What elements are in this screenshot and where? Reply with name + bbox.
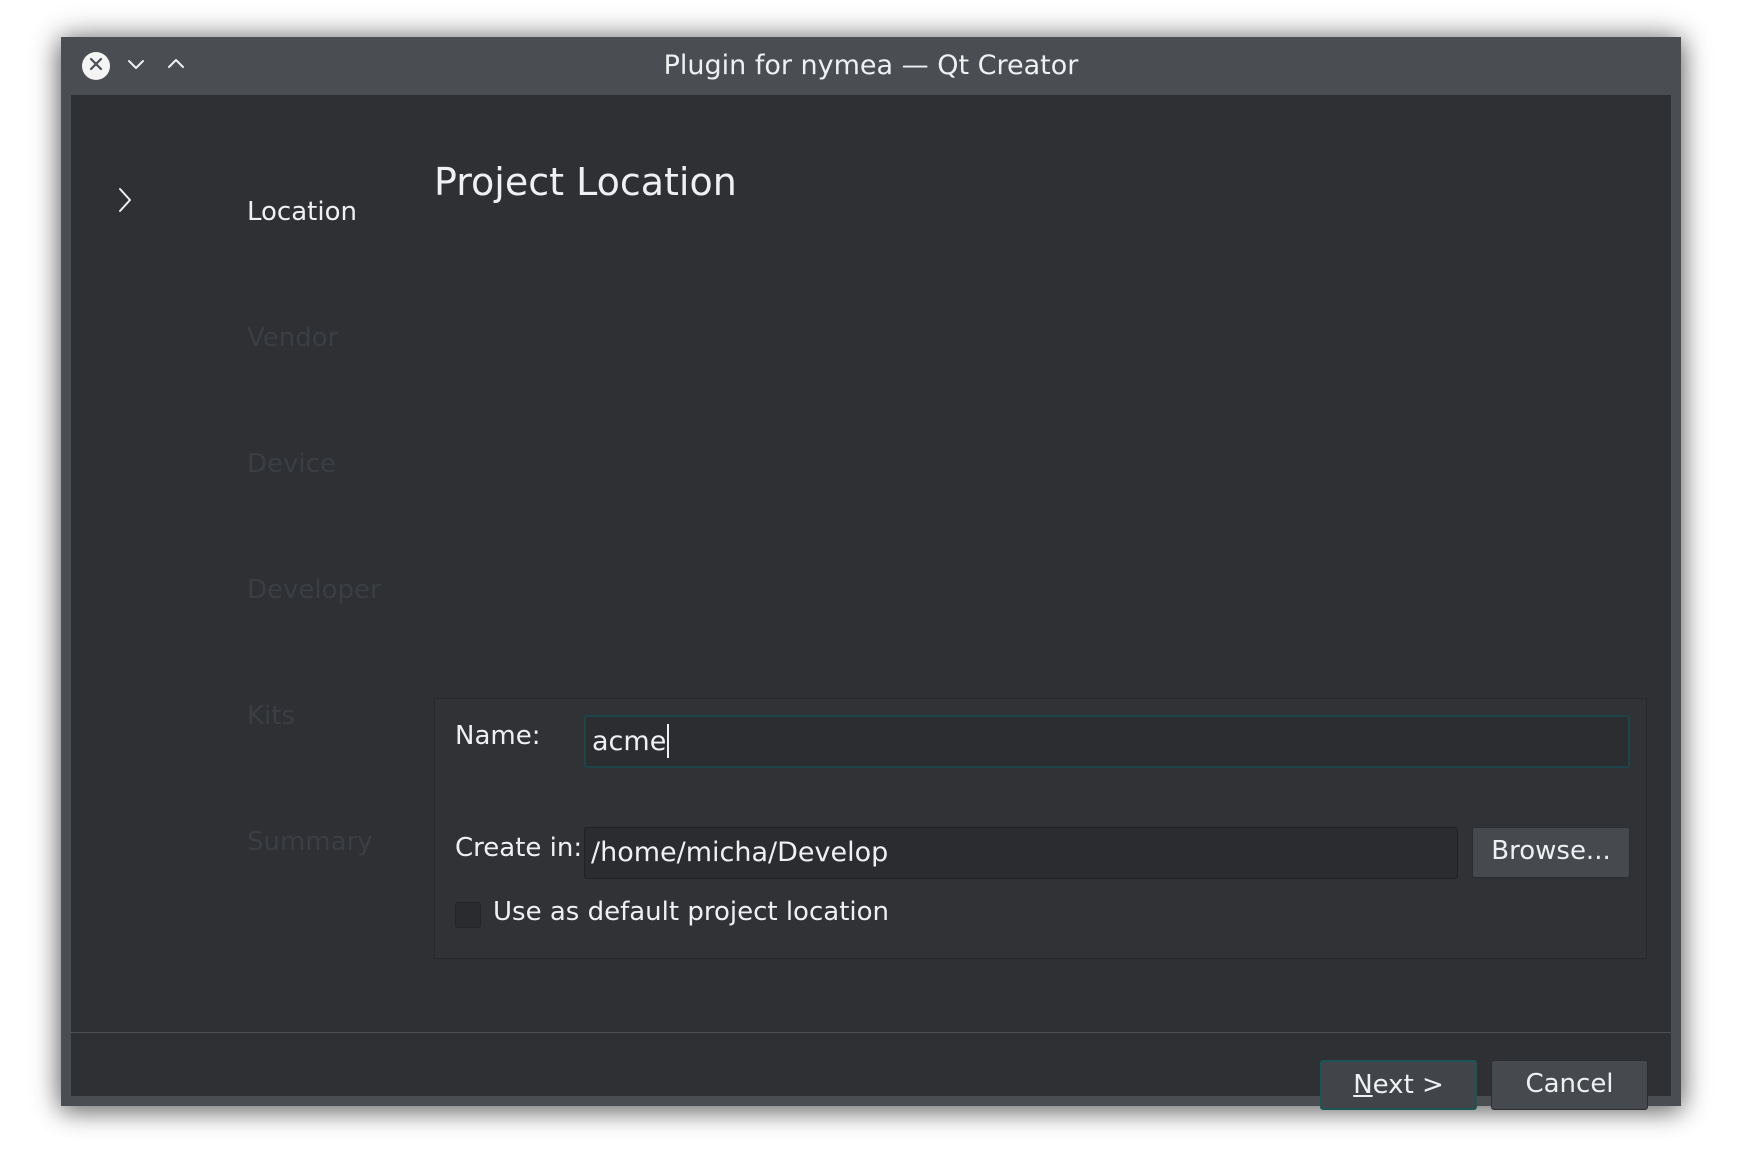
dialog-window: Plugin for nymea — Qt Creator Location V…: [61, 37, 1681, 1110]
default-location-checkbox[interactable]: [455, 902, 481, 928]
browse-button[interactable]: Browse...: [1472, 827, 1630, 878]
name-input-value: acme: [592, 726, 667, 757]
sidebar-item-device: Device: [247, 449, 336, 479]
sidebar-item-kits: Kits: [247, 701, 296, 731]
next-button[interactable]: Next >: [1320, 1060, 1477, 1110]
sidebar-item-developer: Developer: [247, 575, 381, 605]
titlebar: Plugin for nymea — Qt Creator: [61, 37, 1681, 95]
page-title: Project Location: [434, 160, 737, 204]
window-title: Plugin for nymea — Qt Creator: [663, 50, 1079, 81]
sidebar-item-summary: Summary: [247, 827, 373, 857]
footer-divider: [71, 1032, 1671, 1033]
create-in-input-value: /home/micha/Develop: [591, 837, 889, 868]
next-label: ext >: [1372, 1070, 1444, 1100]
name-label: Name:: [455, 721, 541, 751]
sidebar-item-location: Location: [247, 197, 357, 227]
text-caret: [667, 723, 670, 758]
chevron-right-icon: [117, 186, 133, 214]
create-in-input[interactable]: /home/micha/Develop: [584, 827, 1458, 879]
next-mnemonic: N: [1353, 1070, 1373, 1100]
sidebar-item-vendor: Vendor: [247, 323, 339, 353]
create-in-label: Create in:: [455, 833, 583, 863]
default-location-label[interactable]: Use as default project location: [493, 897, 889, 927]
wizard-content: Location Vendor Device Developer Kits Su…: [71, 95, 1671, 1110]
cancel-button[interactable]: Cancel: [1491, 1060, 1648, 1110]
name-input[interactable]: acme: [584, 715, 1630, 768]
location-form: Name: acme Create in: /home/micha/Develo…: [434, 698, 1647, 959]
